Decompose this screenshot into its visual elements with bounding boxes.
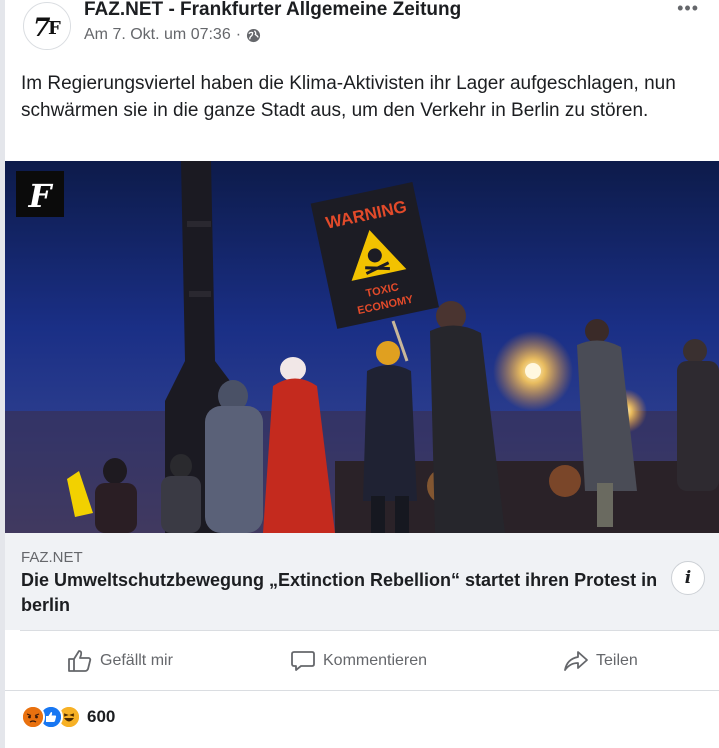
post-header: 7 F FAZ.NET - Frankfurter Allgemeine Zei… [20,0,719,56]
reaction-count: 600 [87,707,116,726]
link-domain: FAZ.NET [21,549,83,566]
link-title[interactable]: Die Umweltschutzbewegung „Extinction Reb… [21,568,671,618]
comment-button[interactable]: Kommentieren [290,631,427,691]
reactions-summary[interactable]: 600 [21,705,115,729]
more-options-icon[interactable]: ••• [677,0,699,17]
comment-label: Kommentieren [323,652,428,669]
link-preview[interactable]: FAZ.NET Die Umweltschutzbewegung „Extinc… [5,533,719,630]
info-icon[interactable]: i [671,561,705,595]
meta-separator: · [235,26,242,43]
share-icon [564,651,588,671]
page-name[interactable]: FAZ.NET - Frankfurter Allgemeine Zeitung [84,0,461,21]
post-meta: Am 7. Okt. um 07:36 · [84,26,261,44]
post-image[interactable]: WARNING TOXIC ECONOMY F [5,161,719,533]
post-actions: Gefällt mir Kommentieren Teilen [5,631,719,691]
globe-icon [247,28,261,42]
share-button[interactable]: Teilen [563,631,638,691]
svg-text:F: F [48,18,61,39]
divider [5,690,719,691]
svg-text:F: F [28,177,54,215]
like-button[interactable]: Gefällt mir [67,631,173,691]
comment-icon [291,651,315,671]
thumbs-up-icon [68,650,92,672]
angry-icon [21,705,45,729]
post-timestamp[interactable]: Am 7. Okt. um 07:36 [84,26,231,44]
like-label: Gefällt mir [100,652,173,669]
page-avatar[interactable]: 7 F [23,2,71,50]
share-label: Teilen [596,652,638,669]
protest-photo: WARNING TOXIC ECONOMY F [5,161,719,533]
post-text: Im Regierungsviertel haben die Klima-Akt… [21,73,676,121]
faz-logo-icon: 7 F [25,4,70,49]
